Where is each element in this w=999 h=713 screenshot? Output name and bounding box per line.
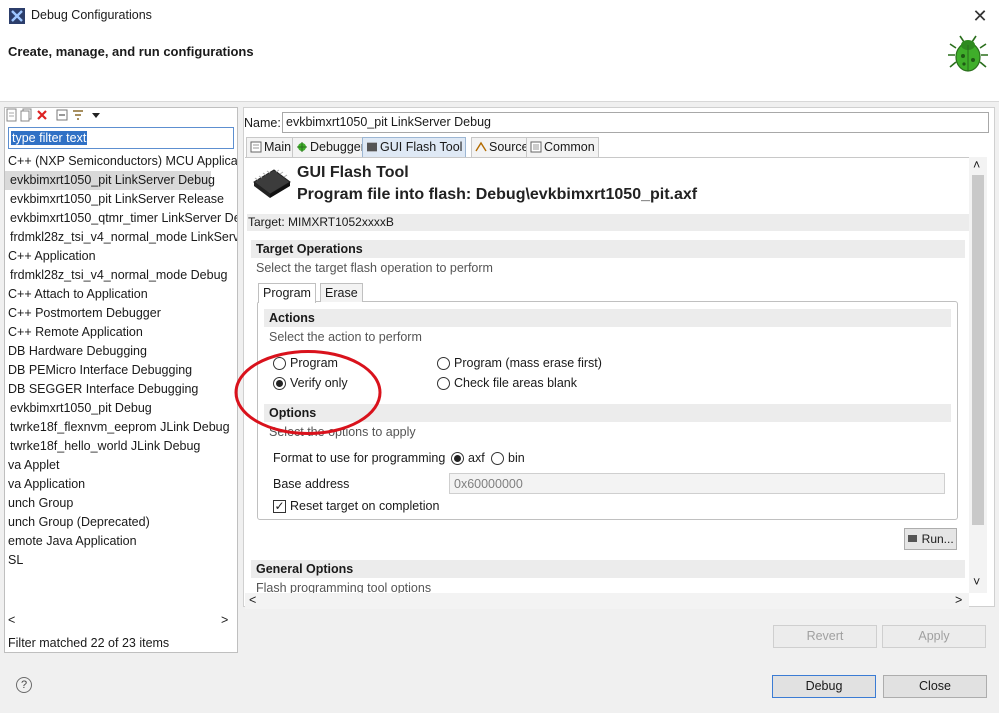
base-address-field[interactable]: 0x60000000 (449, 473, 945, 494)
scroll-right-icon[interactable]: > (221, 613, 228, 627)
general-options-desc: Flash programming tool options (256, 581, 432, 593)
tree-item[interactable]: twrke18f_hello_world JLink Debug (5, 437, 200, 456)
reset-target-label: Reset target on completion (290, 499, 440, 513)
header-title: Create, manage, and run configurations (8, 44, 254, 59)
tree-item[interactable]: C++ Postmortem Debugger (5, 304, 161, 323)
tree-item[interactable]: DB PEMicro Interface Debugging (5, 361, 192, 380)
tab-source[interactable]: Source (471, 137, 533, 157)
tab-main[interactable]: Main (246, 137, 296, 157)
tab-debugger[interactable]: Debugger (292, 137, 369, 157)
scroll-right-icon[interactable]: > (955, 593, 962, 607)
gft-subtitle: Program file into flash: Debug\evkbimxrt… (297, 186, 698, 203)
help-icon[interactable]: ? (16, 677, 32, 693)
target-operations-header: Target Operations (251, 240, 965, 258)
app-icon (9, 8, 25, 24)
tree-item[interactable]: evkbimxrt1050_qtmr_timer LinkServer Del (5, 209, 237, 228)
tab-program[interactable]: Program (258, 283, 316, 303)
scroll-down-icon[interactable]: ˅ (973, 575, 980, 589)
tab-gui-flash-tool[interactable]: GUI Flash Tool (362, 137, 467, 157)
tree-horizontal-scrollbar[interactable]: < > (5, 612, 237, 630)
source-tab-icon (475, 141, 487, 152)
scroll-left-icon[interactable]: < (8, 613, 15, 627)
run-button[interactable]: Run... (904, 528, 957, 550)
scroll-left-icon[interactable]: < (249, 593, 256, 607)
actions-header: Actions (264, 309, 951, 327)
configuration-tree: C++ (NXP Semiconductors) MCU Applicat ev… (5, 152, 237, 612)
tree-item-selected[interactable]: evkbimxrt1050_pit LinkServer Debug (5, 171, 215, 190)
main-tab-icon (250, 141, 262, 153)
scroll-thumb[interactable] (972, 175, 984, 525)
window-title: Debug Configurations (31, 8, 152, 22)
revert-button[interactable]: Revert (773, 625, 877, 648)
tree-item[interactable]: emote Java Application (5, 532, 137, 551)
base-address-label: Base address (273, 477, 350, 491)
tree-item[interactable]: va Application (5, 475, 85, 494)
tree-item[interactable]: twrke18f_flexnvm_eeprom JLink Debug (5, 418, 230, 437)
target-label: Target: MIMXRT1052xxxxB (247, 214, 969, 231)
check-blank-radio[interactable] (437, 377, 450, 390)
format-label: Format to use for programming (273, 451, 446, 465)
name-label: Name: (244, 116, 281, 130)
delete-icon[interactable] (36, 108, 48, 122)
run-icon (908, 535, 918, 542)
bin-label: bin (508, 451, 525, 465)
tab-erase[interactable]: Erase (320, 283, 363, 302)
filter-status: Filter matched 22 of 23 items (8, 636, 170, 650)
scroll-up-icon[interactable]: ˄ (973, 158, 980, 172)
content-horizontal-scrollbar[interactable]: < > (245, 593, 969, 609)
actions-desc: Select the action to perform (269, 330, 422, 344)
general-options-header: General Options (251, 560, 965, 578)
close-icon[interactable]: ✕ (968, 4, 992, 28)
tree-item[interactable]: frdmkl28z_tsi_v4_normal_mode LinkServe (5, 228, 237, 247)
tree-item[interactable]: DB Hardware Debugging (5, 342, 147, 361)
filter-input[interactable]: type filter text (8, 127, 234, 149)
tree-item[interactable]: evkbimxrt1050_pit LinkServer Release (5, 190, 224, 209)
tree-item[interactable]: SL (5, 551, 23, 570)
annotation-ellipse (234, 350, 382, 435)
tree-item[interactable]: evkbimxrt1050_pit Debug (5, 399, 152, 418)
close-button[interactable]: Close (883, 675, 987, 698)
axf-label: axf (468, 451, 485, 465)
target-operations-desc: Select the target flash operation to per… (256, 261, 493, 275)
tree-item[interactable]: va Applet (5, 456, 59, 475)
tree-item[interactable]: C++ Application (5, 247, 96, 266)
program-mass-erase-radio[interactable] (437, 357, 450, 370)
program-mass-erase-label: Program (mass erase first) (454, 356, 602, 370)
bug-icon (948, 35, 988, 72)
tree-item[interactable]: unch Group (Deprecated) (5, 513, 150, 532)
tree-item[interactable]: C++ (NXP Semiconductors) MCU Applicat (5, 152, 237, 171)
common-tab-icon (530, 141, 542, 153)
tree-item[interactable]: C++ Attach to Application (5, 285, 148, 304)
tree-item[interactable]: C++ Remote Application (5, 323, 143, 342)
tab-common[interactable]: Common (526, 137, 599, 157)
bin-radio[interactable] (491, 452, 504, 465)
check-blank-label: Check file areas blank (454, 376, 577, 390)
name-input[interactable]: evkbimxrt1050_pit LinkServer Debug (282, 112, 989, 133)
duplicate-icon[interactable] (20, 108, 32, 122)
axf-radio[interactable] (451, 452, 464, 465)
debug-button[interactable]: Debug (772, 675, 876, 698)
view-menu-icon[interactable] (90, 108, 102, 122)
apply-button[interactable]: Apply (882, 625, 986, 648)
flash-tab-icon (367, 142, 377, 152)
gft-title: GUI Flash Tool (297, 164, 409, 181)
new-config-icon[interactable] (6, 108, 18, 122)
tree-item[interactable]: unch Group (5, 494, 73, 513)
collapse-all-icon[interactable] (56, 108, 68, 122)
reset-target-checkbox[interactable]: ✓ (273, 500, 286, 513)
tree-item[interactable]: DB SEGGER Interface Debugging (5, 380, 198, 399)
flash-chip-icon (253, 169, 291, 198)
tree-item[interactable]: frdmkl28z_tsi_v4_normal_mode Debug (5, 266, 227, 285)
header-banner (0, 32, 999, 102)
filter-icon[interactable] (72, 108, 84, 122)
debugger-tab-icon (297, 142, 307, 152)
tree-toolbar (6, 108, 116, 124)
